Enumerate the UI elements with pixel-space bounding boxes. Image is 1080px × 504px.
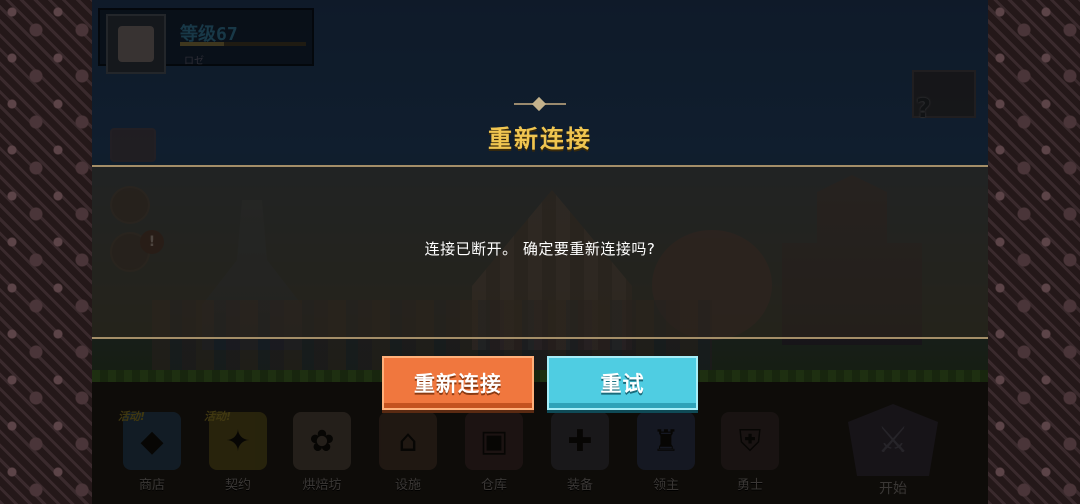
dialog-message: 连接已断开。 确定要重新连接吗? [424,239,656,258]
dialog-header: 重新连接 [92,86,988,166]
dialog-body: 连接已断开。 确定要重新连接吗? [92,167,988,337]
left-lace-border [0,0,92,504]
right-lace-border [988,0,1080,504]
retry-button[interactable]: 重试 [547,356,698,410]
dialog-title: 重新连接 [488,124,592,153]
dialog-divider-bottom [92,337,988,339]
reconnect-button[interactable]: 重新连接 [382,356,534,410]
ornament-icon [514,99,566,109]
